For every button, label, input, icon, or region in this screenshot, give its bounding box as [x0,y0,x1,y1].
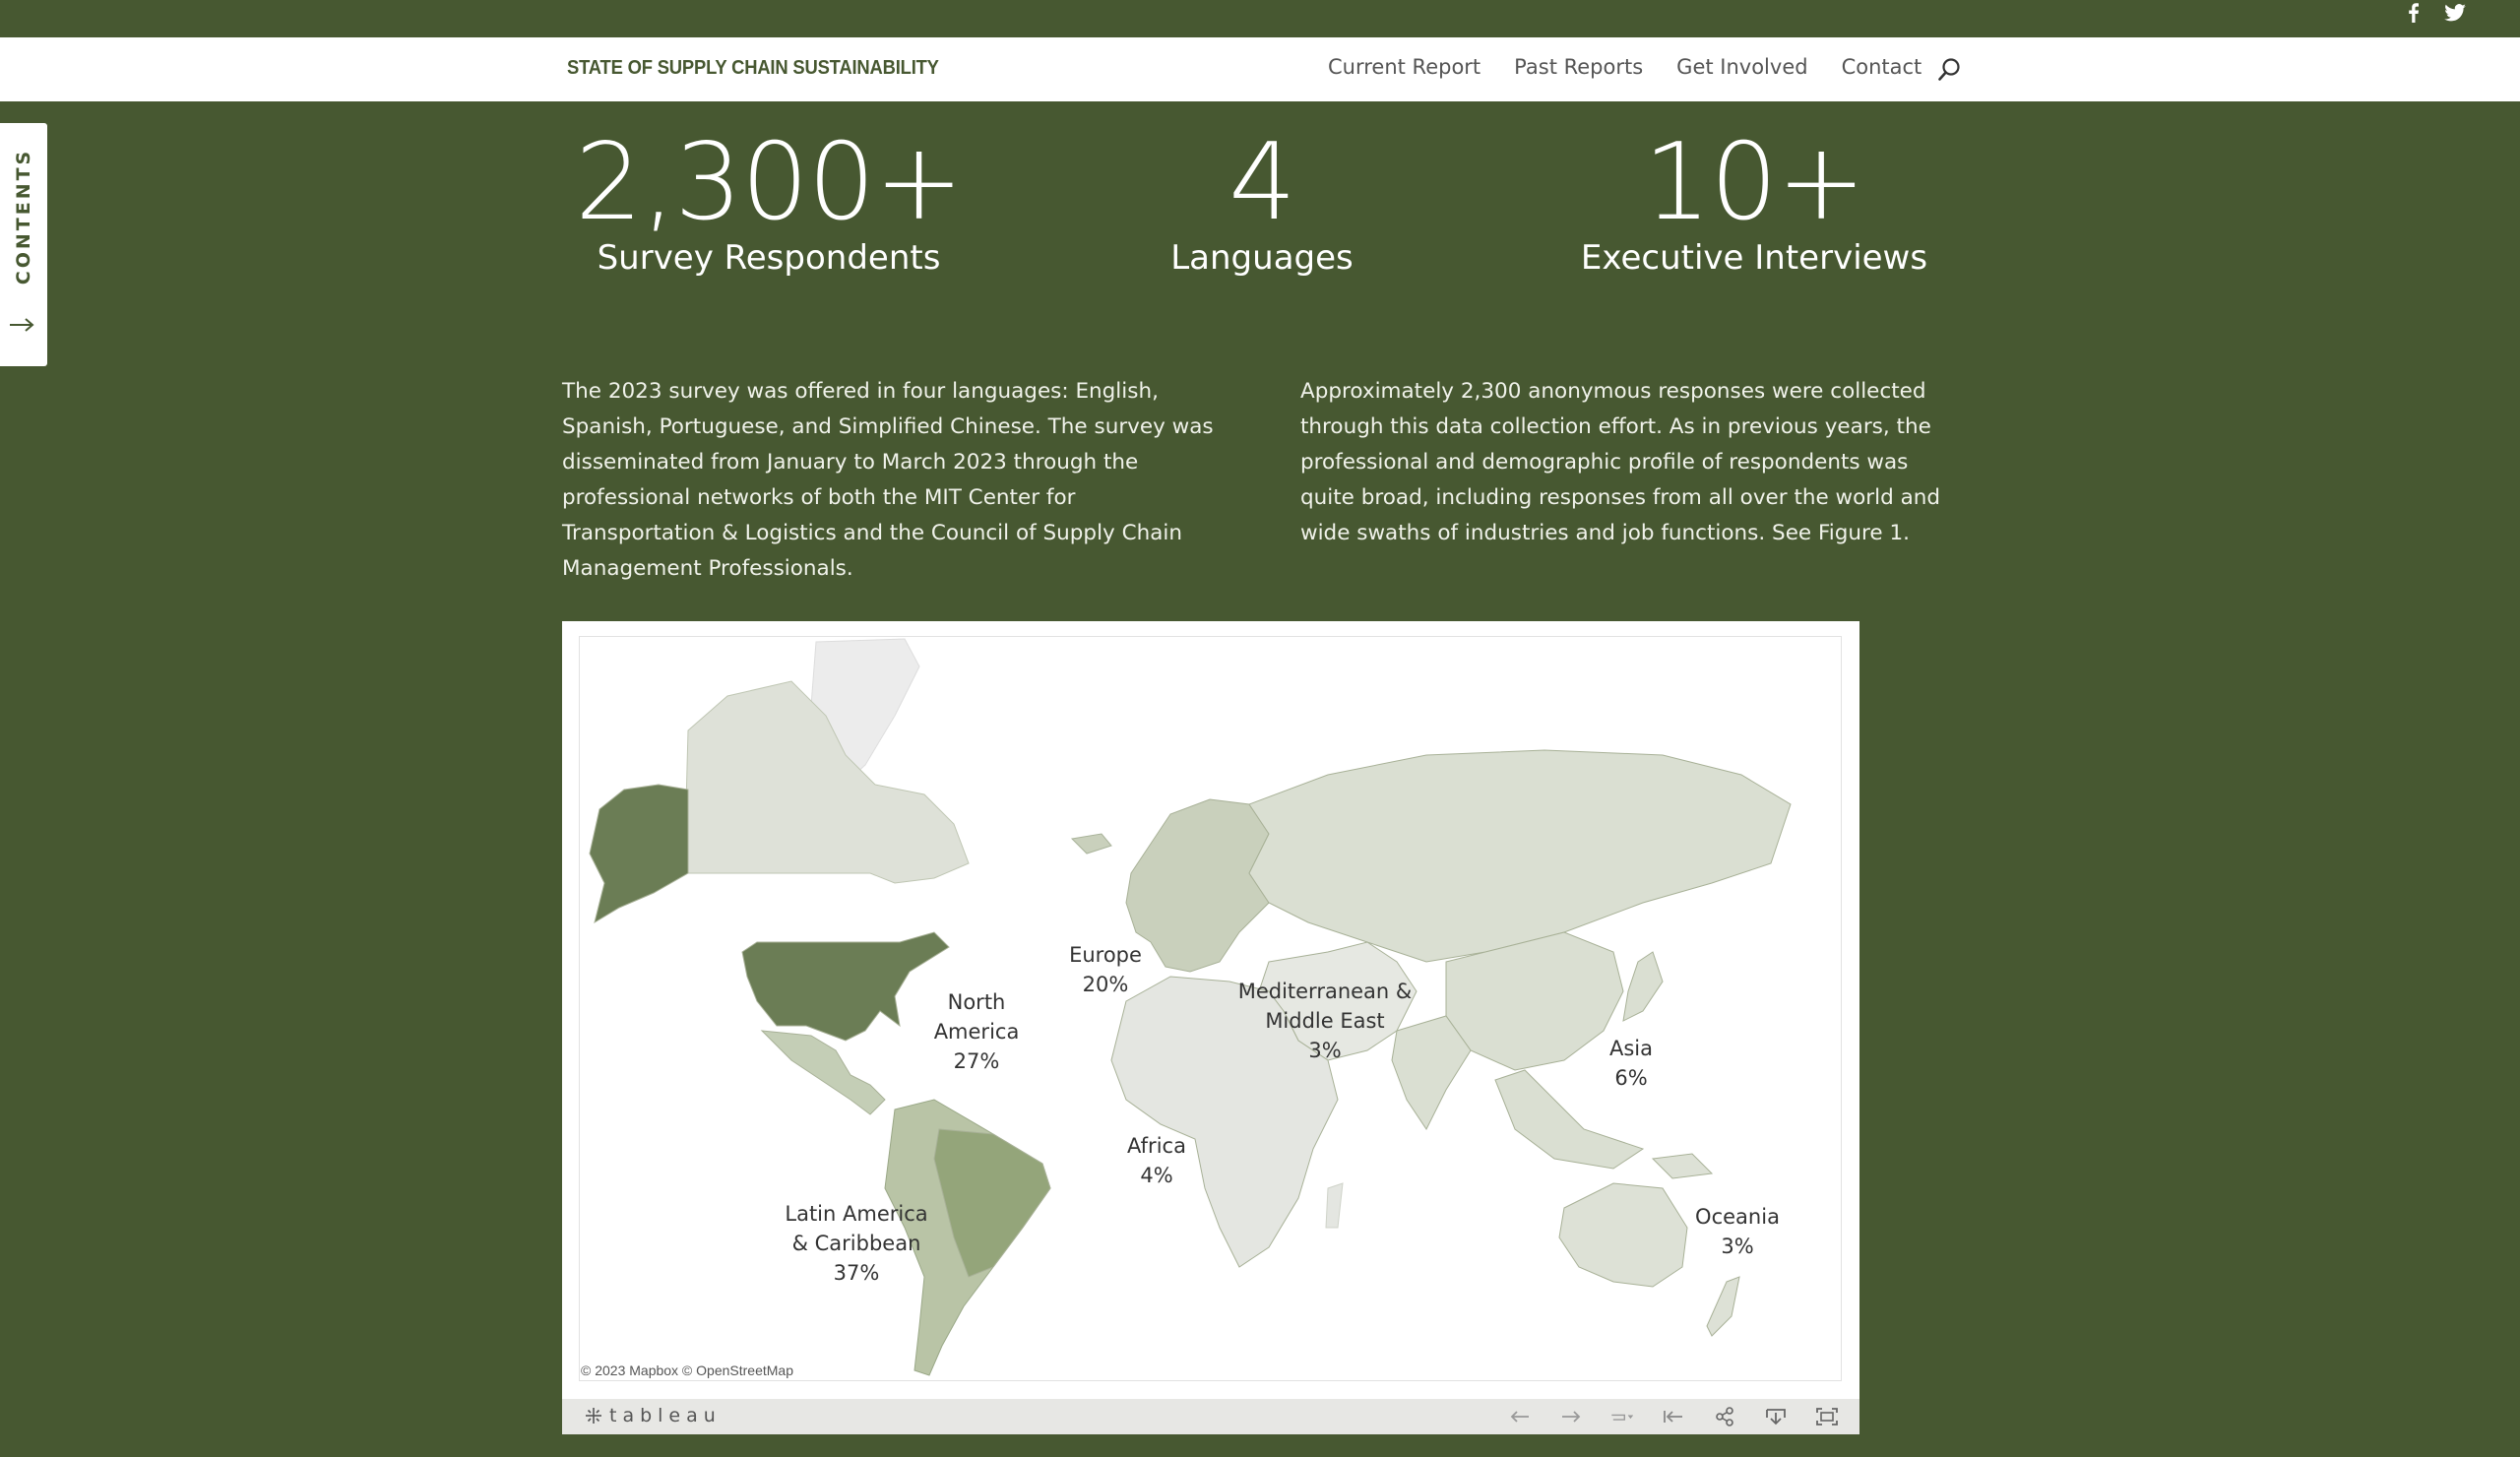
region-shape-oceania-new-guinea [1651,1153,1714,1179]
stat-survey-respondents: 2,300+ Survey Respondents [572,130,966,279]
tableau-brand-text: tableau [609,1405,722,1426]
nav-item-get-involved[interactable]: Get Involved [1676,55,1807,79]
region-shape-madagascar [1325,1182,1344,1229]
region-shape-iceland [1070,833,1112,855]
region-shape-europe [1125,798,1270,973]
stat-value: 10+ [1643,121,1866,244]
map-label-europe: Europe 20% [1069,943,1142,996]
stat-label: Survey Respondents [597,238,941,278]
redo-icon[interactable] [1558,1405,1584,1428]
stat-label: Languages [1170,238,1354,278]
map-label-latin-america-caribbean: Latin America & Caribbean 37% [785,1202,928,1285]
world-map-svg [589,638,1792,1376]
nav-item-past-reports[interactable]: Past Reports [1514,55,1643,79]
download-icon[interactable] [1763,1405,1789,1428]
stat-languages: 4 Languages [1065,130,1459,279]
tableau-toolbar: tableau [562,1399,1859,1434]
stat-value: 4 [1228,121,1296,244]
nav-menu: Current Report Past Reports Get Involved… [1328,55,1922,79]
tableau-visualization: North America 27% Europe 20% Mediterranean … [562,621,1859,1434]
map-copyright[interactable]: © 2023 Mapbox © OpenStreetMap [581,1362,793,1378]
arrow-right-icon[interactable] [8,317,35,337]
responses-description-paragraph: Approximately 2,300 anonymous responses … [1300,379,1941,545]
search-icon[interactable] [1938,57,1962,87]
tableau-logo-icon [586,1408,601,1424]
fullscreen-icon[interactable] [1814,1405,1840,1428]
revert-icon[interactable] [1609,1405,1635,1428]
region-shape-asia-japan [1622,951,1664,1022]
undo-icon[interactable] [1507,1405,1533,1428]
top-bar [0,0,2520,37]
region-shape-north-america-usa [741,931,950,1042]
facebook-icon[interactable] [2404,0,2424,26]
stat-value: 2,300+ [575,121,964,244]
region-shape-asia-north [1248,749,1792,963]
region-shape-oceania-australia [1558,1182,1688,1288]
reset-icon[interactable] [1661,1405,1686,1428]
toolbar-tools [1507,1405,1840,1428]
stat-label: Executive Interviews [1580,238,1928,278]
site-logo[interactable]: STATE OF SUPPLY CHAIN SUSTAINABILITY [567,57,939,80]
map-label-oceania: Oceania 3% [1695,1205,1780,1258]
map-label-asia: Asia 6% [1608,1037,1654,1090]
twitter-icon[interactable] [2443,0,2467,26]
region-shape-north-america-alaska [589,784,689,924]
contents-label: CONTENTS [13,148,34,285]
world-map[interactable]: North America 27% Europe 20% Mediterranean … [579,636,1842,1381]
nav-item-contact[interactable]: Contact [1842,55,1922,79]
nav-item-current-report[interactable]: Current Report [1328,55,1480,79]
main-navigation: STATE OF SUPPLY CHAIN SUSTAINABILITY Cur… [0,37,2520,101]
map-label-north-america: North America 27% [933,990,1020,1073]
region-shape-latin-america-mexico [760,1030,886,1115]
share-icon[interactable] [1712,1405,1737,1428]
map-label-africa: Africa 4% [1127,1134,1186,1187]
survey-description-paragraph: The 2023 survey was offered in four lang… [562,379,1214,581]
tableau-logo[interactable]: tableau [584,1405,722,1426]
map-label-mediterranean-middle-east: Mediterranean & Middle East 3% [1237,980,1413,1062]
stat-executive-interviews: 10+ Executive Interviews [1557,130,1951,279]
region-shape-oceania-new-zealand [1706,1276,1740,1337]
